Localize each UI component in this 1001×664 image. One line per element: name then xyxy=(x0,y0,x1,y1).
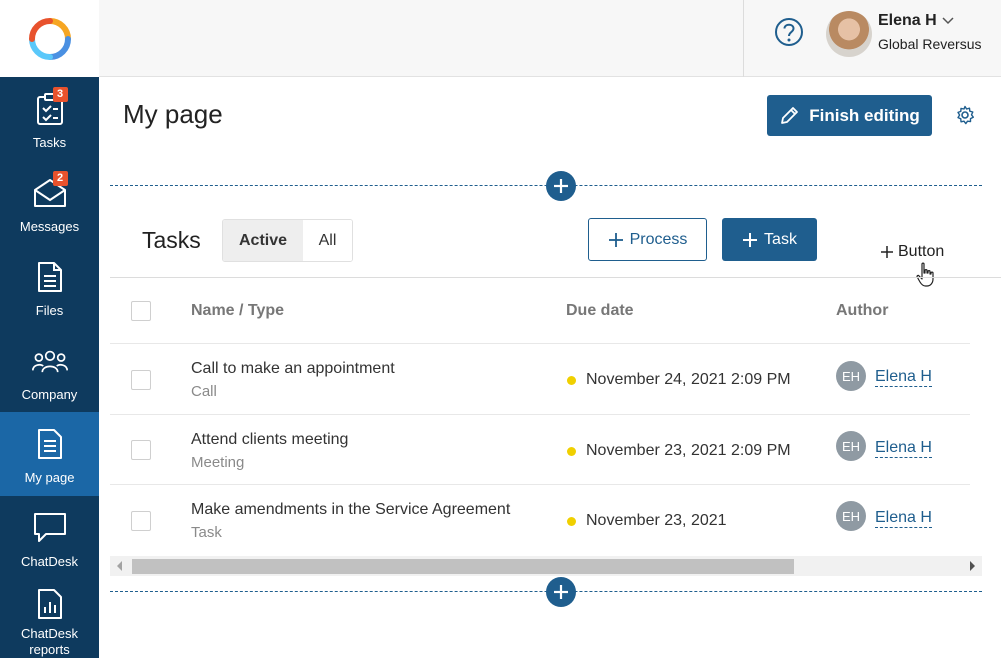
row-divider xyxy=(110,414,970,415)
tasks-widget-title: Tasks xyxy=(142,227,201,253)
row-divider xyxy=(110,484,970,485)
due-date-text: November 23, 2021 xyxy=(586,512,727,529)
chat-bubble-icon xyxy=(32,510,68,546)
due-status-dot xyxy=(567,375,576,385)
add-task-button[interactable]: Task xyxy=(722,218,817,261)
sidebar-item-chatdesk-reports[interactable]: ChatDesk reports xyxy=(0,580,99,664)
task-type: Meeting xyxy=(191,454,245,471)
column-header-name[interactable]: Name / Type xyxy=(191,302,284,320)
add-widget-top-button[interactable] xyxy=(546,171,576,201)
sidebar-item-messages[interactable]: 2 Messages xyxy=(0,161,99,245)
author-link[interactable]: Elena H xyxy=(875,368,932,387)
row-checkbox[interactable] xyxy=(131,511,151,531)
sidebar-item-label: ChatDesk xyxy=(20,554,79,569)
hand-cursor-icon xyxy=(916,262,934,287)
scroll-right-arrow-icon[interactable] xyxy=(970,561,975,571)
task-due-date: November 23, 2021 xyxy=(567,512,727,530)
task-name[interactable]: Attend clients meeting xyxy=(191,431,348,449)
user-company: Global Reversus xyxy=(878,36,982,52)
author-avatar: EH xyxy=(836,501,866,531)
finish-editing-button[interactable]: Finish editing xyxy=(767,95,932,136)
add-button-button[interactable]: Button xyxy=(880,243,944,261)
sidebar-item-label: Tasks xyxy=(32,135,67,150)
envelope-icon: 2 xyxy=(32,171,68,211)
task-type: Task xyxy=(191,524,222,541)
scrollbar-thumb[interactable] xyxy=(132,559,794,574)
tasks-badge: 3 xyxy=(52,87,68,102)
author-avatar: EH xyxy=(836,361,866,391)
sidebar-item-files[interactable]: Files xyxy=(0,245,99,329)
task-due-date: November 23, 2021 2:09 PM xyxy=(567,442,791,460)
report-icon xyxy=(32,586,68,622)
people-icon xyxy=(31,343,68,379)
file-icon xyxy=(32,259,68,295)
due-date-text: November 23, 2021 2:09 PM xyxy=(586,442,791,459)
messages-badge: 2 xyxy=(52,171,68,186)
logo-icon xyxy=(28,17,71,60)
add-process-button[interactable]: Process xyxy=(588,218,707,261)
sidebar-item-label: ChatDesk reports xyxy=(20,626,79,657)
due-status-dot xyxy=(567,446,576,456)
tab-active[interactable]: Active xyxy=(223,220,303,261)
tasks-filter-tabs: Active All xyxy=(222,219,353,262)
plus-icon xyxy=(554,585,568,599)
sidebar-item-label: Messages xyxy=(19,219,80,234)
page-title: My page xyxy=(123,99,223,129)
sidebar-item-chatdesk[interactable]: ChatDesk xyxy=(0,496,99,580)
plus-icon xyxy=(608,232,623,247)
horizontal-scrollbar[interactable] xyxy=(110,556,982,576)
row-checkbox[interactable] xyxy=(131,370,151,390)
column-header-author[interactable]: Author xyxy=(836,302,888,320)
due-status-dot xyxy=(567,516,576,526)
task-type: Call xyxy=(191,383,217,400)
gear-icon[interactable] xyxy=(955,105,975,125)
task-name[interactable]: Call to make an appointment xyxy=(191,360,395,378)
user-name[interactable]: Elena H xyxy=(878,12,937,30)
plus-icon xyxy=(881,246,893,258)
plus-icon xyxy=(743,232,758,247)
column-header-due-date[interactable]: Due date xyxy=(566,302,634,320)
pencil-icon xyxy=(781,106,799,124)
due-date-text: November 24, 2021 2:09 PM xyxy=(586,371,791,388)
add-process-label: Process xyxy=(629,230,688,248)
tab-all[interactable]: All xyxy=(303,220,352,261)
sidebar-item-my-page[interactable]: My page xyxy=(0,412,99,496)
select-all-checkbox[interactable] xyxy=(131,301,151,321)
task-name[interactable]: Make amendments in the Service Agreement xyxy=(191,501,510,519)
user-avatar[interactable] xyxy=(826,11,872,57)
sidebar: 3 Tasks 2 Messages Files Company My page… xyxy=(0,0,99,658)
clipboard-check-icon: 3 xyxy=(32,87,68,127)
sidebar-item-tasks[interactable]: 3 Tasks xyxy=(0,77,99,161)
row-divider xyxy=(110,343,970,344)
add-task-label: Task xyxy=(764,230,797,248)
author-link[interactable]: Elena H xyxy=(875,509,932,528)
author-avatar: EH xyxy=(836,431,866,461)
author-link[interactable]: Elena H xyxy=(875,439,932,458)
header-divider xyxy=(743,0,744,77)
page-icon xyxy=(32,426,68,462)
app-logo[interactable] xyxy=(0,0,99,77)
task-due-date: November 24, 2021 2:09 PM xyxy=(567,371,791,389)
help-icon[interactable] xyxy=(774,17,804,47)
plus-icon xyxy=(554,179,568,193)
sidebar-item-label: My page xyxy=(24,470,75,485)
scroll-left-arrow-icon[interactable] xyxy=(117,561,122,571)
row-checkbox[interactable] xyxy=(131,440,151,460)
sidebar-item-label: Files xyxy=(35,303,64,318)
sidebar-item-label: Company xyxy=(21,387,78,402)
finish-editing-label: Finish editing xyxy=(809,105,920,125)
add-widget-bottom-button[interactable] xyxy=(546,577,576,607)
add-button-label: Button xyxy=(898,243,945,260)
table-top-border xyxy=(110,277,1001,278)
chevron-down-icon[interactable] xyxy=(942,16,954,26)
sidebar-item-company[interactable]: Company xyxy=(0,329,99,413)
